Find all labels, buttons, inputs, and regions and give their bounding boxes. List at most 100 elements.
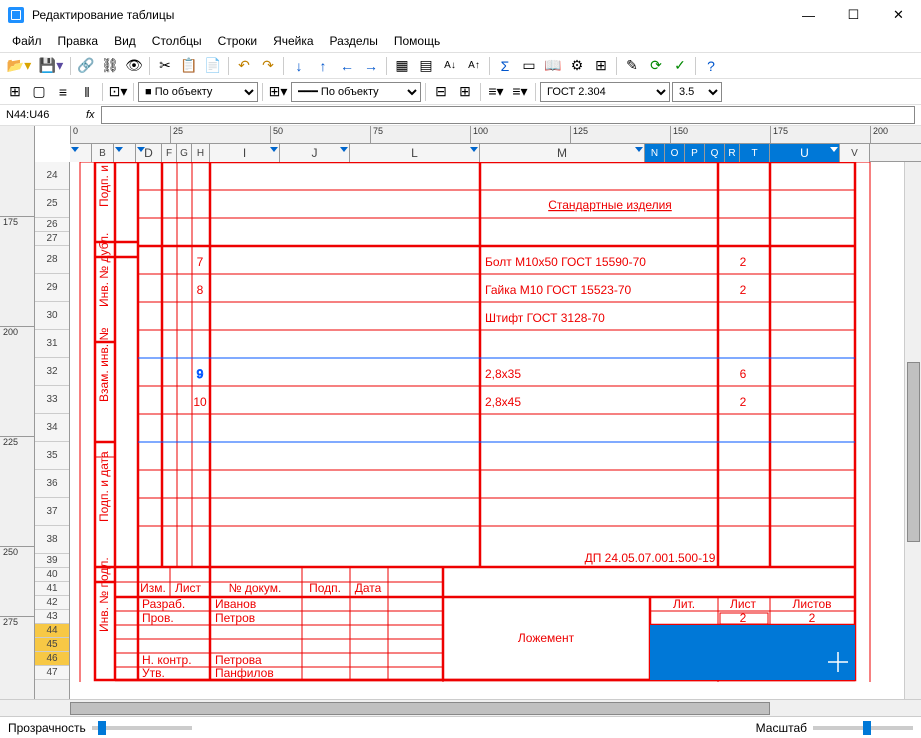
row-head-47[interactable]: 47 <box>35 666 69 680</box>
arrow-left-icon[interactable]: ← <box>336 55 358 77</box>
split-icon[interactable]: ⊞ <box>454 81 476 103</box>
paste-icon[interactable]: 📄 <box>202 55 224 77</box>
row-head-44[interactable]: 44 <box>35 624 69 638</box>
menu-sections[interactable]: Разделы <box>322 32 386 50</box>
redo-icon[interactable]: ↷ <box>257 55 279 77</box>
col-Q[interactable]: Q <box>705 144 725 162</box>
menu-file[interactable]: Файл <box>4 32 50 50</box>
col-N[interactable]: N <box>645 144 665 162</box>
align-v-icon[interactable]: ≡▾ <box>509 81 531 103</box>
row-head-24[interactable]: 24 <box>35 162 69 190</box>
border-out-icon[interactable]: ▢ <box>28 81 50 103</box>
menu-help[interactable]: Помощь <box>386 32 448 50</box>
help-icon[interactable]: ? <box>700 55 722 77</box>
col-P[interactable]: P <box>685 144 705 162</box>
edit-icon[interactable]: ✎ <box>621 55 643 77</box>
col-R[interactable]: R <box>725 144 740 162</box>
row-head-33[interactable]: 33 <box>35 386 69 414</box>
fill-icon[interactable]: ⊞▾ <box>267 81 289 103</box>
props-icon[interactable]: ⚙ <box>566 55 588 77</box>
row-head-26[interactable]: 26 <box>35 218 69 232</box>
row-head-42[interactable]: 42 <box>35 596 69 610</box>
book-icon[interactable]: 📖 <box>542 55 564 77</box>
col-O[interactable]: O <box>665 144 685 162</box>
formula-input[interactable] <box>101 106 915 124</box>
col-V[interactable]: V <box>840 144 870 162</box>
cut-icon[interactable]: ✂ <box>154 55 176 77</box>
col-U[interactable]: U <box>770 144 840 162</box>
row-head-32[interactable]: 32 <box>35 358 69 386</box>
menu-edit[interactable]: Правка <box>50 32 107 50</box>
sum-icon[interactable]: Σ <box>494 55 516 77</box>
row-head-35[interactable]: 35 <box>35 442 69 470</box>
row-head-25[interactable]: 25 <box>35 190 69 218</box>
row-head-43[interactable]: 43 <box>35 610 69 624</box>
line-style-select[interactable]: ■ По объекту <box>138 82 258 102</box>
sort-za-icon[interactable]: A↑ <box>463 55 485 77</box>
row-head-45[interactable]: 45 <box>35 638 69 652</box>
col-L[interactable]: L <box>350 144 480 162</box>
col-B[interactable]: B <box>92 144 114 162</box>
row-head-40[interactable]: 40 <box>35 568 69 582</box>
border-col-icon[interactable]: ‖ <box>76 81 98 103</box>
row-head-41[interactable]: 41 <box>35 582 69 596</box>
row-head-36[interactable]: 36 <box>35 470 69 498</box>
font-select[interactable]: ГОСТ 2.304 <box>540 82 670 102</box>
menu-cell[interactable]: Ячейка <box>265 32 321 50</box>
minimize-button[interactable]: — <box>786 0 831 30</box>
row-head-30[interactable]: 30 <box>35 302 69 330</box>
table-icon-1[interactable]: ▦ <box>391 55 413 77</box>
col-H[interactable]: H <box>192 144 210 162</box>
menu-columns[interactable]: Столбцы <box>144 32 210 50</box>
link-icon[interactable]: 🔗 <box>75 55 97 77</box>
row-head-31[interactable]: 31 <box>35 330 69 358</box>
horizontal-scrollbar[interactable] <box>0 699 921 716</box>
fill-style-select[interactable]: ━━━ По объекту <box>291 82 421 102</box>
align-h-icon[interactable]: ≡▾ <box>485 81 507 103</box>
row-head-38[interactable]: 38 <box>35 526 69 554</box>
row-head-34[interactable]: 34 <box>35 414 69 442</box>
sheet[interactable]: Подп. и дата Инв. № дубл. Взам. инв. № П… <box>70 162 921 682</box>
col-T[interactable]: T <box>740 144 770 162</box>
close-button[interactable]: ✕ <box>876 0 921 30</box>
unlink-icon[interactable]: ⛓ <box>99 55 121 77</box>
row-head-37[interactable]: 37 <box>35 498 69 526</box>
arrow-down-icon[interactable]: ↓ <box>288 55 310 77</box>
opacity-slider[interactable]: Прозрачность <box>8 721 192 735</box>
row-head-39[interactable]: 39 <box>35 554 69 568</box>
check-icon[interactable]: ✓ <box>669 55 691 77</box>
refresh-icon[interactable]: ⟳ <box>645 55 667 77</box>
arrow-right-icon[interactable]: → <box>360 55 382 77</box>
border-row-icon[interactable]: ≡ <box>52 81 74 103</box>
col-D[interactable]: D <box>136 144 162 162</box>
sort-az-icon[interactable]: A↓ <box>439 55 461 77</box>
border-style-icon[interactable]: ⊡▾ <box>107 81 129 103</box>
selection-area[interactable] <box>650 625 855 680</box>
copy-icon[interactable]: 📋 <box>178 55 200 77</box>
open-button[interactable]: 📂▾ <box>4 55 34 77</box>
row-head-27[interactable]: 27 <box>35 232 69 246</box>
maximize-button[interactable]: ☐ <box>831 0 876 30</box>
size-select[interactable]: 3.5 <box>672 82 722 102</box>
menu-rows[interactable]: Строки <box>210 32 265 50</box>
scale-slider[interactable]: Масштаб <box>756 721 913 735</box>
vertical-scrollbar[interactable] <box>904 162 921 699</box>
border-all-icon[interactable]: ⊞ <box>4 81 26 103</box>
col-J[interactable]: J <box>280 144 350 162</box>
grid-icon[interactable]: ⊞ <box>590 55 612 77</box>
col-I[interactable]: I <box>210 144 280 162</box>
merge-icon[interactable]: ⊟ <box>430 81 452 103</box>
col-G[interactable]: G <box>177 144 192 162</box>
save-button[interactable]: 💾▾ <box>36 55 66 77</box>
undo-icon[interactable]: ↶ <box>233 55 255 77</box>
menu-view[interactable]: Вид <box>106 32 144 50</box>
col-M[interactable]: M <box>480 144 645 162</box>
row-head-28[interactable]: 28 <box>35 246 69 274</box>
table-icon-2[interactable]: ▤ <box>415 55 437 77</box>
cell-reference[interactable]: N44:U46 <box>0 109 80 121</box>
row-head-29[interactable]: 29 <box>35 274 69 302</box>
eye-icon[interactable]: 👁 <box>123 55 145 77</box>
row-head-46[interactable]: 46 <box>35 652 69 666</box>
col-F[interactable]: F <box>162 144 177 162</box>
calc-icon[interactable]: ▭ <box>518 55 540 77</box>
